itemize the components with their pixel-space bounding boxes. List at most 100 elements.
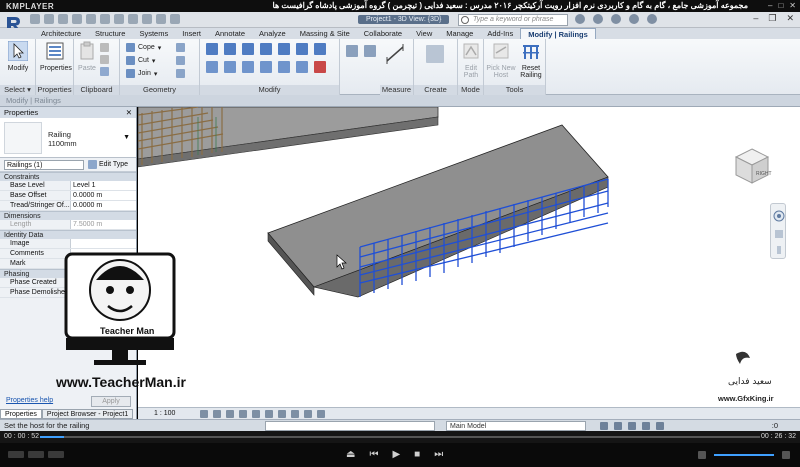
teacherman-url[interactable]: www.TeacherMan.ir (56, 374, 186, 390)
paste-button[interactable]: Paste (77, 41, 97, 72)
select-pinned-icon[interactable] (628, 422, 636, 430)
tab-modify-railings[interactable]: Modify | Railings (520, 28, 596, 39)
binoculars-icon[interactable] (575, 14, 585, 24)
3d-view-icon[interactable] (128, 14, 138, 24)
volume-slider[interactable] (714, 454, 774, 456)
reveal-hidden-icon[interactable] (317, 410, 325, 418)
next-icon[interactable]: ⏭ (434, 449, 443, 460)
temp-hide-icon[interactable] (304, 410, 312, 418)
measure-button[interactable] (384, 43, 406, 65)
3d-viewport[interactable]: RIGHT (138, 107, 800, 407)
tab-manage[interactable]: Manage (439, 28, 480, 39)
revit-close-icon[interactable]: ✕ (786, 13, 794, 24)
split-gap-icon[interactable] (296, 43, 308, 55)
pick-new-host-button[interactable]: Pick New Host (486, 41, 516, 79)
move-icon[interactable] (206, 61, 218, 73)
join-button[interactable]: Join ▾ (126, 69, 157, 78)
gfxking-url[interactable]: www.GfxKing.ir (718, 394, 774, 403)
tab-structure[interactable]: Structure (88, 28, 132, 39)
print-icon[interactable] (86, 14, 96, 24)
maximize-icon[interactable]: □ (778, 1, 783, 10)
detail-level-icon[interactable] (200, 410, 208, 418)
reset-railing-button[interactable]: Reset Railing (518, 41, 544, 79)
close-icon[interactable]: ✕ (789, 1, 796, 10)
align-icon[interactable] (206, 43, 218, 55)
mode-button-2[interactable] (28, 451, 44, 458)
modify-button[interactable]: Modify (4, 40, 32, 72)
tab-architecture[interactable]: Architecture (34, 28, 88, 39)
copy-element-icon[interactable] (224, 61, 236, 73)
group-constraints[interactable]: Constraints (0, 172, 136, 181)
sun-path-icon[interactable] (226, 410, 234, 418)
hide-element-icon[interactable] (364, 45, 376, 57)
show-crop-icon[interactable] (278, 410, 286, 418)
properties-close-icon[interactable]: ✕ (126, 107, 132, 118)
measure-icon[interactable] (100, 14, 110, 24)
tab-massing-site[interactable]: Massing & Site (293, 28, 357, 39)
viewcube[interactable]: RIGHT (732, 145, 772, 191)
geometry-tool-1[interactable] (176, 43, 185, 52)
offset-icon[interactable] (224, 43, 236, 55)
base-level-value[interactable]: Level 1 (70, 181, 136, 190)
mirror-axis-icon[interactable] (242, 43, 254, 55)
group-dimensions[interactable]: Dimensions (0, 211, 136, 220)
pin-icon[interactable] (314, 43, 326, 55)
tab-analyze[interactable]: Analyze (252, 28, 293, 39)
render-icon[interactable] (252, 410, 260, 418)
settings-icon[interactable] (782, 451, 790, 459)
save-icon[interactable] (44, 14, 54, 24)
create-similar-button[interactable] (426, 45, 444, 63)
tab-properties[interactable]: Properties (0, 409, 42, 419)
stop-icon[interactable]: ■ (414, 449, 420, 460)
section-icon[interactable] (142, 14, 152, 24)
play-icon[interactable]: ▶ (392, 449, 400, 460)
speaker-icon[interactable] (698, 451, 706, 459)
split-icon[interactable] (278, 43, 290, 55)
copy-clip-button[interactable] (100, 43, 109, 52)
trim-icon[interactable] (260, 61, 272, 73)
override-graphics-icon[interactable] (346, 45, 358, 57)
close-hidden-icon[interactable] (170, 14, 180, 24)
previous-icon[interactable]: ⏮ (369, 449, 378, 460)
tab-annotate[interactable]: Annotate (208, 28, 252, 39)
match-props-button[interactable] (100, 67, 109, 76)
mode-button-3[interactable] (48, 451, 64, 458)
base-offset-value[interactable]: 0.0000 m (70, 191, 136, 200)
model-canvas[interactable] (138, 107, 800, 407)
properties-help-link[interactable]: Properties help (6, 397, 53, 404)
cut-clip-button[interactable] (100, 55, 109, 64)
scale-icon[interactable] (296, 61, 308, 73)
undo-icon[interactable] (58, 14, 68, 24)
array-icon[interactable] (278, 61, 290, 73)
navigation-bar[interactable] (770, 203, 786, 259)
favorites-icon[interactable] (629, 14, 639, 24)
lock-view-icon[interactable] (291, 410, 299, 418)
thin-lines-icon[interactable] (156, 14, 166, 24)
redo-icon[interactable] (72, 14, 82, 24)
shadows-icon[interactable] (239, 410, 247, 418)
group-identity[interactable]: Identity Data (0, 230, 136, 239)
subscription-icon[interactable] (593, 14, 603, 24)
select-by-face-icon[interactable] (642, 422, 650, 430)
workset-field[interactable] (265, 421, 435, 431)
edit-type-button[interactable]: Edit Type (88, 160, 128, 169)
instance-filter-dropdown[interactable]: Railings (1) (4, 160, 84, 170)
mode-button-1[interactable] (8, 451, 24, 458)
help-icon[interactable] (647, 14, 657, 24)
rotate-icon[interactable] (242, 61, 254, 73)
apply-button[interactable]: Apply (91, 396, 131, 407)
tab-view[interactable]: View (409, 28, 439, 39)
revit-minimize-icon[interactable]: – (753, 13, 758, 24)
design-option-dropdown[interactable]: Main Model (446, 421, 586, 431)
geometry-tool-3[interactable] (176, 69, 185, 78)
select-links-icon[interactable] (600, 422, 608, 430)
select-panel-label[interactable]: Select ▾ (0, 85, 35, 95)
communication-icon[interactable] (611, 14, 621, 24)
tab-project-browser[interactable]: Project Browser - Project1 (41, 409, 134, 419)
tab-collaborate[interactable]: Collaborate (357, 28, 409, 39)
type-dropdown-icon[interactable]: ▼ (123, 134, 130, 141)
properties-button[interactable]: Properties (40, 41, 72, 72)
edit-path-button[interactable]: Edit Path (460, 41, 482, 79)
seek-track[interactable] (40, 436, 760, 438)
text-icon[interactable] (114, 14, 124, 24)
